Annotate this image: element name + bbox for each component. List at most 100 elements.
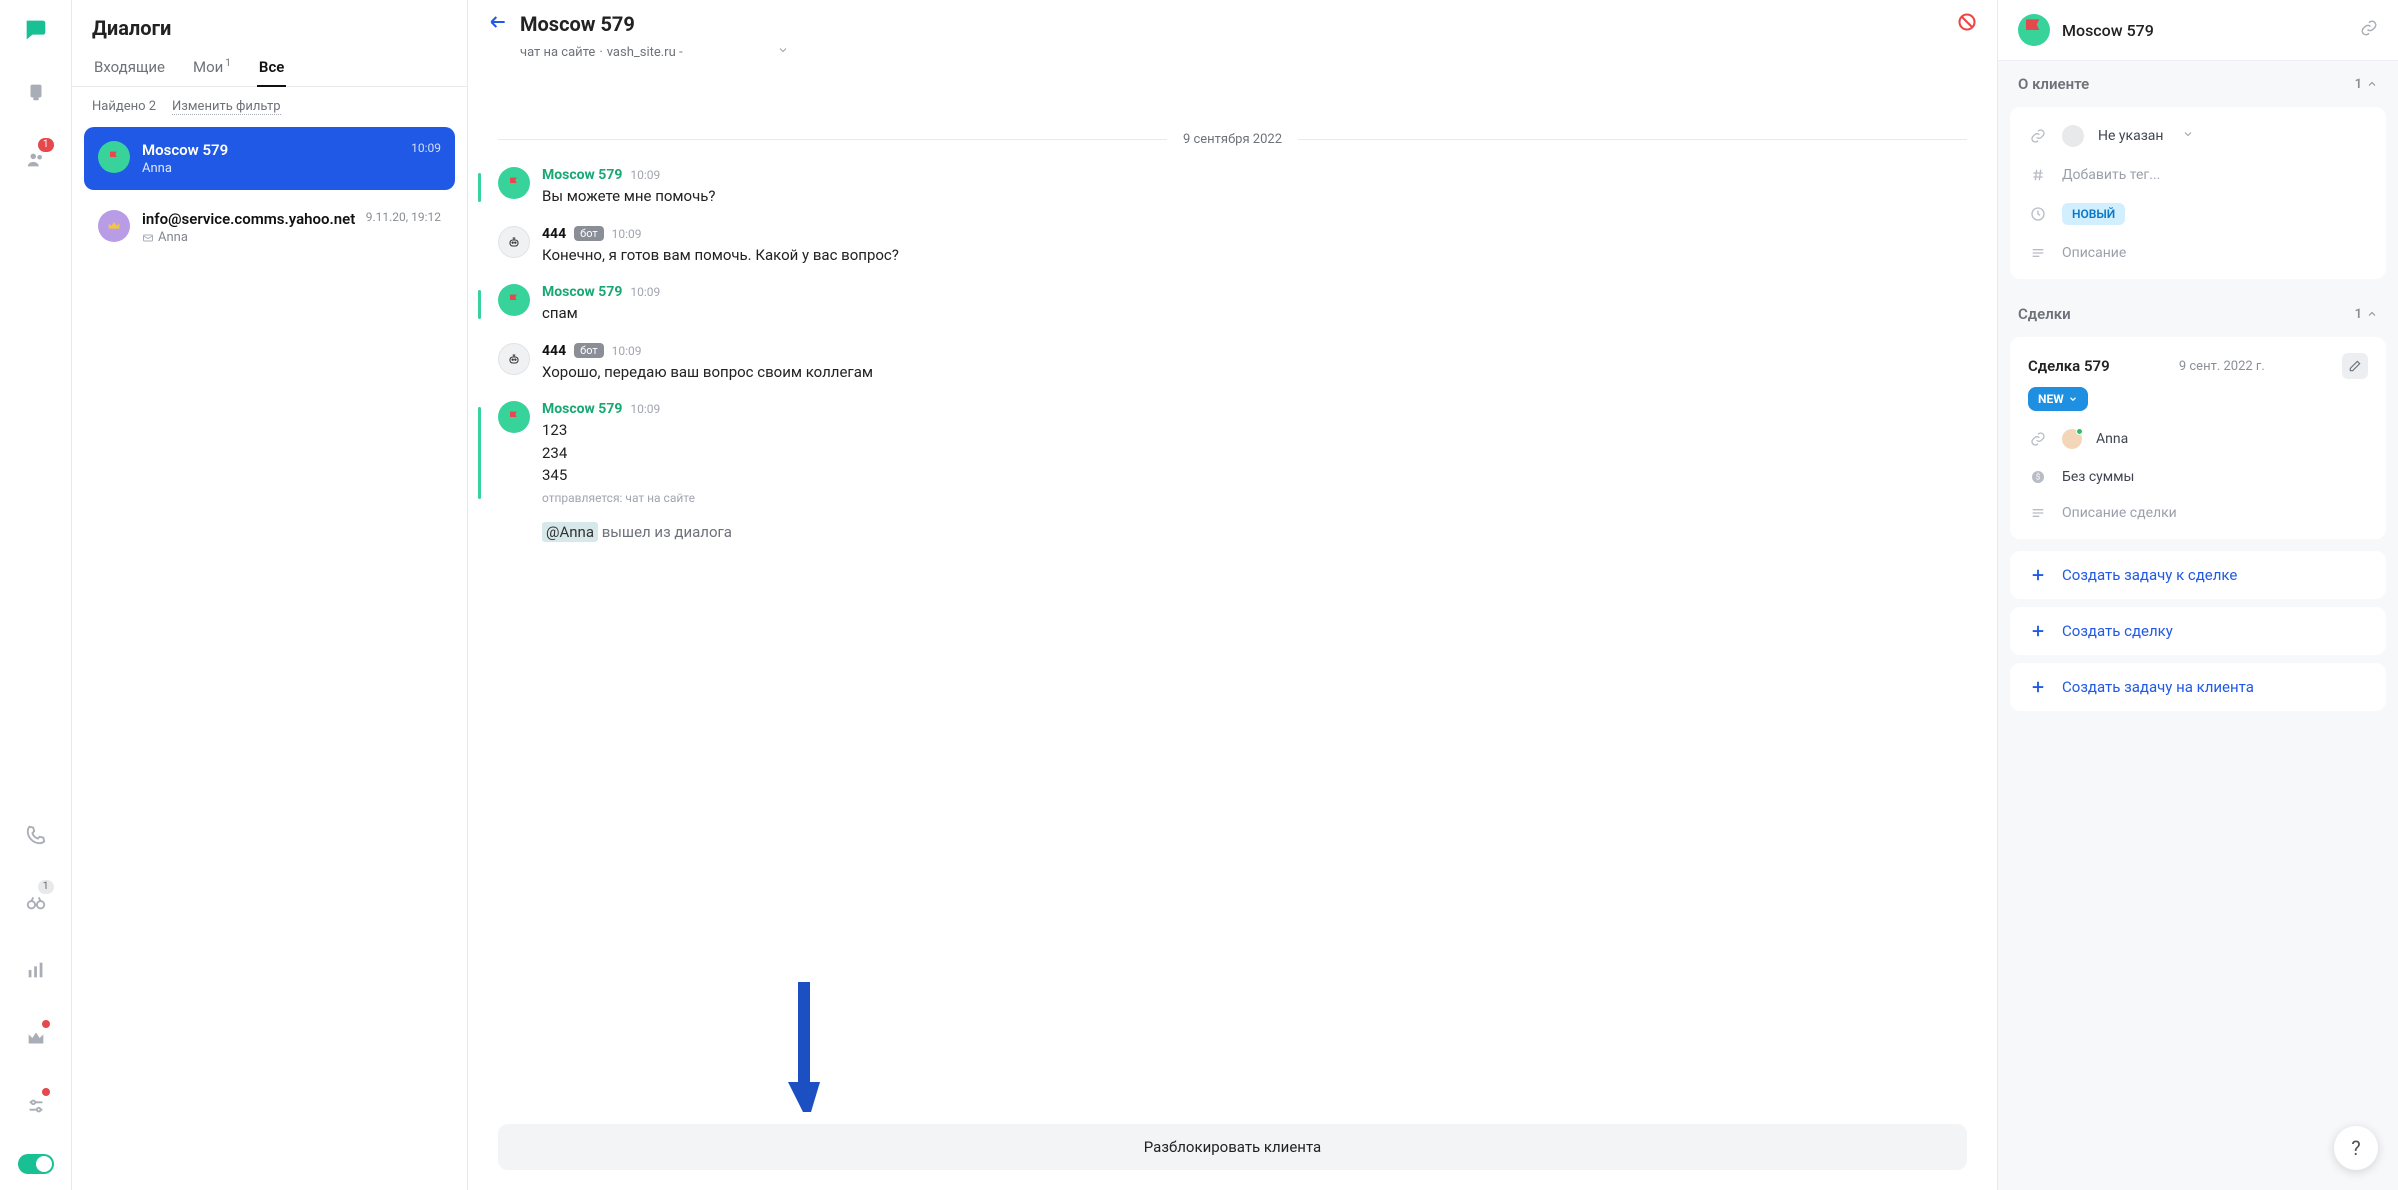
nav-operators-icon[interactable] xyxy=(16,72,56,112)
chat-message: Moscow 57910:09спам xyxy=(498,284,1967,325)
dialogs-tabs: Входящие Мои1 Все xyxy=(72,48,467,87)
flag-avatar-icon xyxy=(498,284,530,316)
nav-stats-icon[interactable] xyxy=(16,950,56,990)
create-task-deal-button[interactable]: Создать задачу к сделке xyxy=(2010,551,2386,599)
owner-row[interactable]: Не указан xyxy=(2010,115,2386,157)
copy-link-icon[interactable] xyxy=(2360,19,2378,41)
chat-message: 444 бот 10:09 Конечно, я готов вам помочь. … xyxy=(498,226,1967,267)
tab-mine[interactable]: Мои1 xyxy=(191,48,233,86)
date-separator: 9 сентября 2022 xyxy=(498,132,1967,147)
status-row[interactable]: НОВЫЙ xyxy=(2010,193,2386,235)
flag-avatar-icon xyxy=(98,141,130,173)
client-avatar-icon xyxy=(2018,14,2050,46)
conversation-item[interactable]: Moscow 579 10:09 Anna xyxy=(84,127,455,190)
message-time: 10:09 xyxy=(612,227,642,241)
nav-rail: 1 1 xyxy=(0,0,72,1190)
bot-badge: бот xyxy=(574,343,604,358)
message-time: 10:09 xyxy=(612,344,642,358)
bot-avatar-icon xyxy=(498,343,530,375)
deals-section-header[interactable]: Сделки 1 xyxy=(1998,291,2398,337)
chat-title: Moscow 579 xyxy=(520,12,1945,36)
chat-message: 444 бот 10:09 Хорошо, передаю ваш вопрос св… xyxy=(498,343,1967,384)
notification-dot xyxy=(42,1088,50,1096)
deal-date: 9 сент. 2022 г. xyxy=(2179,359,2265,374)
bot-badge: бот xyxy=(574,226,604,241)
tab-all[interactable]: Все xyxy=(257,48,286,86)
message-author: Moscow 579 xyxy=(542,401,622,417)
create-deal-button[interactable]: Создать сделку xyxy=(2010,607,2386,655)
filter-row: Найдено 2 Изменить фильтр xyxy=(72,87,467,127)
nav-phone-icon[interactable] xyxy=(16,814,56,854)
chevron-down-icon[interactable] xyxy=(777,44,789,60)
nav-crown-icon[interactable] xyxy=(16,1018,56,1058)
chat-message: Moscow 579 10:09 Вы можете мне помочь? xyxy=(498,167,1967,208)
back-arrow-icon[interactable] xyxy=(488,12,508,36)
message-text: Хорошо, передаю ваш вопрос своим коллега… xyxy=(542,361,1967,384)
lines-icon xyxy=(2028,505,2048,521)
deal-header: Сделка 579 9 сент. 2022 г. xyxy=(2010,345,2386,383)
chevron-down-icon xyxy=(2068,394,2078,404)
nav-visitors-icon[interactable]: 1 xyxy=(16,140,56,180)
plus-icon xyxy=(2028,621,2048,641)
chat-header: Moscow 579 xyxy=(468,0,1997,40)
change-filter-link[interactable]: Изменить фильтр xyxy=(172,99,281,115)
create-task-client-button[interactable]: Создать задачу на клиента xyxy=(2010,663,2386,711)
deal-desc-row[interactable]: Описание сделки xyxy=(2010,495,2386,531)
deal-sum-row[interactable]: $ Без суммы xyxy=(2010,459,2386,495)
conv-title: Moscow 579 xyxy=(142,141,228,159)
edit-deal-button[interactable] xyxy=(2342,353,2368,379)
message-author: 444 xyxy=(542,343,566,359)
bot-avatar-icon xyxy=(498,226,530,258)
message-time: 10:09 xyxy=(630,285,660,299)
conversation-list: Moscow 579 10:09 Anna info@service.comms.… xyxy=(72,127,467,259)
tag-row[interactable]: Добавить тег... xyxy=(2010,157,2386,193)
link-icon xyxy=(2028,128,2048,144)
tab-mine-badge: 1 xyxy=(225,58,231,69)
client-name: Moscow 579 xyxy=(2062,21,2348,40)
agent-left-note: @Anna вышел из диалога xyxy=(542,523,1967,541)
description-row[interactable]: Описание xyxy=(2010,235,2386,271)
nav-binoculars-icon[interactable]: 1 xyxy=(16,882,56,922)
message-author: Moscow 579 xyxy=(542,284,622,300)
conv-subtitle: Anna xyxy=(142,230,441,245)
chat-subheader: чат на сайте·vash_site.ru - xyxy=(468,40,1997,72)
message-text: Конечно, я готов вам помочь. Какой у вас… xyxy=(542,244,1967,267)
message-author: Moscow 579 xyxy=(542,167,622,183)
crown-avatar-icon xyxy=(98,210,130,242)
online-toggle[interactable] xyxy=(18,1154,54,1174)
message-meta: отправляется: чат на сайте xyxy=(542,491,1967,505)
notification-dot xyxy=(42,1020,50,1028)
about-section-header[interactable]: О клиенте 1 xyxy=(1998,61,2398,107)
about-card: Не указан Добавить тег... НОВЫЙ Описание xyxy=(2010,107,2386,279)
conv-subtitle: Anna xyxy=(142,161,441,176)
message-time: 10:09 xyxy=(630,168,660,182)
client-panel: Moscow 579 О клиенте 1 Не указан Добавит… xyxy=(1998,0,2398,1190)
tab-inbox[interactable]: Входящие xyxy=(92,48,167,86)
block-icon[interactable] xyxy=(1957,12,1977,36)
status-icon xyxy=(2028,206,2048,222)
message-author: 444 xyxy=(542,226,566,242)
dialogs-panel: Диалоги Входящие Мои1 Все Найдено 2 Изме… xyxy=(72,0,468,1190)
deal-stage-pill[interactable]: NEW xyxy=(2028,387,2088,411)
chat-panel: Moscow 579 чат на сайте·vash_site.ru - 9… xyxy=(468,0,1998,1190)
help-button[interactable]: ? xyxy=(2334,1126,2378,1170)
message-text: Вы можете мне помочь? xyxy=(542,185,1967,208)
conv-title: info@service.comms.yahoo.net xyxy=(142,210,355,228)
chat-body: 9 сентября 2022 Moscow 579 10:09 Вы можете… xyxy=(468,72,1997,1112)
owner-avatar-icon xyxy=(2062,125,2084,147)
currency-icon: $ xyxy=(2028,469,2048,485)
assignee-avatar-icon xyxy=(2062,429,2082,449)
unblock-button[interactable]: Разблокировать клиента xyxy=(498,1124,1967,1170)
plus-icon xyxy=(2028,565,2048,585)
message-text: 123234345 xyxy=(542,419,1967,487)
nav-settings-icon[interactable] xyxy=(16,1086,56,1126)
conversation-item[interactable]: info@service.comms.yahoo.net9.11.20, 19:… xyxy=(84,196,455,259)
client-header: Moscow 579 xyxy=(1998,0,2398,61)
deal-assignee-row[interactable]: Anna xyxy=(2010,419,2386,459)
visitors-badge: 1 xyxy=(38,138,54,152)
logo-icon xyxy=(22,16,50,44)
flag-avatar-icon xyxy=(498,167,530,199)
chevron-up-icon xyxy=(2366,308,2378,320)
lines-icon xyxy=(2028,245,2048,261)
conv-time: 10:09 xyxy=(411,141,441,159)
